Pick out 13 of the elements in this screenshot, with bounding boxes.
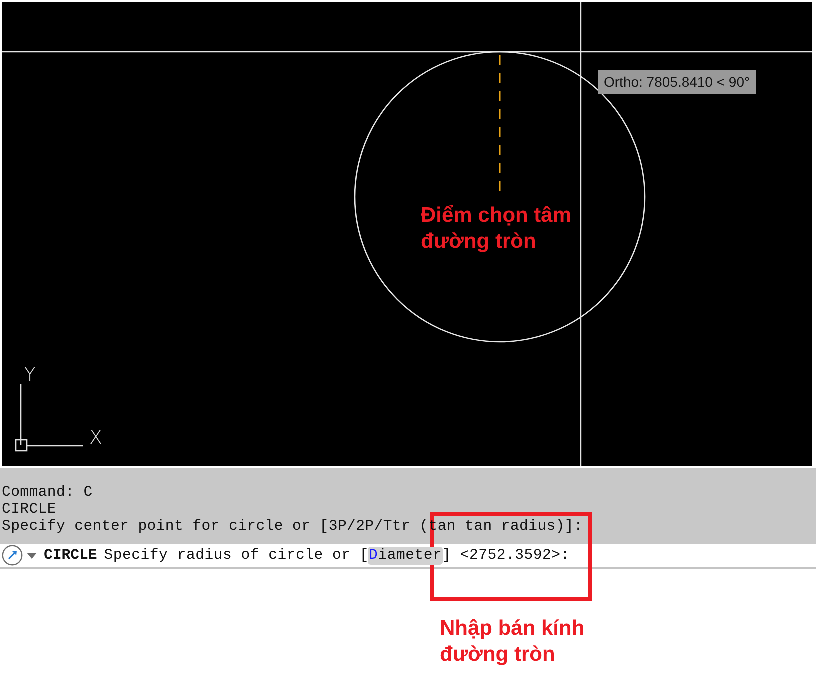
prompt-text: Specify radius of circle or [Diameter] <2752.3592>: (104, 548, 570, 564)
command-icon[interactable] (2, 545, 23, 566)
axis-label: X (89, 427, 103, 449)
history-line: Command: C (2, 485, 93, 502)
annotation-text: Nhập bán kính đường tròn (440, 616, 586, 668)
history-line: CIRCLE (2, 502, 56, 519)
caret-icon[interactable] (27, 552, 37, 558)
command-name: CIRCLE (44, 548, 98, 564)
ucs-icon (15, 384, 83, 452)
option-link[interactable]: Diameter (368, 546, 444, 564)
ortho-tooltip: Ortho: 7805.8410 < 90° (598, 70, 756, 94)
annotation-text: Điểm chọn tâm đường tròn (421, 203, 573, 255)
axis-label: Y (24, 364, 36, 386)
